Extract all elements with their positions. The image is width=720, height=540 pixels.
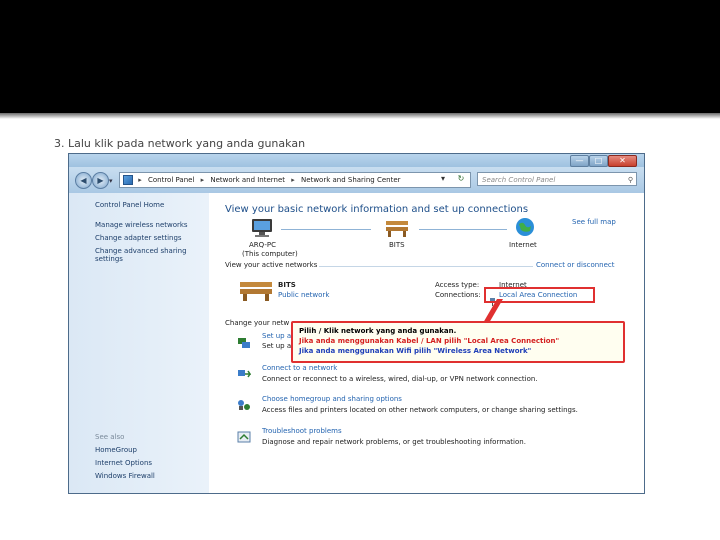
bench-network-icon bbox=[239, 279, 273, 301]
sidebar-item-internet-options[interactable]: Internet Options bbox=[95, 459, 152, 467]
task-troubleshoot-title[interactable]: Troubleshoot problems bbox=[262, 427, 342, 435]
sidebar-item-change-sharing-cont[interactable]: settings bbox=[95, 255, 123, 263]
map-internet-name: Internet bbox=[509, 241, 537, 249]
active-network-name: BITS bbox=[278, 281, 296, 289]
sidebar-item-control-panel-home[interactable]: Control Panel Home bbox=[95, 201, 164, 209]
active-networks-header: View your active networks bbox=[225, 261, 318, 269]
breadcrumb-network-internet[interactable]: Network and Internet bbox=[207, 176, 288, 184]
network-sharing-window: — □ ✕ ◀ ▶ ▾ ▸ Control Panel ▸ Network an… bbox=[68, 153, 645, 494]
breadcrumb-separator-icon: ▸ bbox=[291, 176, 295, 184]
homegroup-icon bbox=[237, 396, 251, 410]
forward-button[interactable]: ▶ bbox=[92, 172, 109, 189]
sidebar-item-manage-wireless[interactable]: Manage wireless networks bbox=[95, 221, 188, 229]
breadcrumb-separator-icon: ▸ bbox=[138, 176, 142, 184]
callout-line-1: Pilih / Klik network yang anda gunakan. bbox=[299, 327, 457, 335]
map-link-line bbox=[281, 229, 371, 230]
callout-line-2: Jika anda menggunakan Kabel / LAN pilih … bbox=[299, 337, 560, 345]
map-computer-sub: (This computer) bbox=[242, 250, 298, 258]
map-computer-name: ARQ-PC bbox=[249, 241, 276, 249]
control-panel-icon bbox=[123, 175, 133, 185]
maximize-button[interactable]: □ bbox=[589, 155, 608, 167]
section-divider bbox=[319, 266, 533, 267]
computer-icon[interactable] bbox=[249, 218, 275, 238]
callout-line-3: Jika anda menggunakan Wifi pilih "Wirele… bbox=[299, 347, 532, 355]
see-full-map-link[interactable]: See full map bbox=[572, 218, 616, 226]
callout-pointer-icon bbox=[483, 299, 503, 323]
page-title: View your basic network information and … bbox=[225, 204, 529, 215]
task-connect-desc: Connect or reconnect to a wireless, wire… bbox=[262, 375, 538, 383]
internet-globe-icon[interactable] bbox=[515, 217, 535, 237]
sidebar-item-homegroup[interactable]: HomeGroup bbox=[95, 446, 137, 454]
search-placeholder: Search Control Panel bbox=[482, 176, 556, 184]
back-button[interactable]: ◀ bbox=[75, 172, 92, 189]
network-type-link[interactable]: Public network bbox=[278, 291, 329, 299]
connect-disconnect-link[interactable]: Connect or disconnect bbox=[536, 261, 615, 269]
slide-caption: 3. Lalu klik pada network yang anda guna… bbox=[54, 137, 306, 150]
instruction-callout: Pilih / Klik network yang anda gunakan. … bbox=[291, 321, 625, 363]
sidebar-item-windows-firewall[interactable]: Windows Firewall bbox=[95, 472, 155, 480]
task-homegroup-title[interactable]: Choose homegroup and sharing options bbox=[262, 395, 402, 403]
change-settings-header: Change your netw bbox=[225, 319, 290, 327]
sidebar: Control Panel Home Manage wireless netwo… bbox=[69, 193, 209, 493]
close-button[interactable]: ✕ bbox=[608, 155, 637, 167]
task-troubleshoot-desc: Diagnose and repair network problems, or… bbox=[262, 438, 526, 446]
address-dropdown-icon[interactable]: ▾ bbox=[435, 172, 451, 186]
address-bar[interactable]: ▸ Control Panel ▸ Network and Internet ▸… bbox=[119, 172, 471, 188]
refresh-icon[interactable]: ↻ bbox=[453, 172, 469, 186]
setup-connection-icon bbox=[237, 334, 251, 348]
slide-header-shadow bbox=[0, 113, 720, 119]
task-setup-desc: Set up a bbox=[262, 342, 292, 350]
connect-network-icon bbox=[237, 365, 252, 378]
breadcrumb-control-panel[interactable]: Control Panel bbox=[145, 176, 197, 184]
bench-network-icon[interactable] bbox=[385, 219, 409, 237]
search-icon[interactable]: ⚲ bbox=[628, 173, 633, 187]
breadcrumb-separator-icon: ▸ bbox=[200, 176, 205, 184]
task-setup-title[interactable]: Set up a bbox=[262, 332, 291, 340]
sidebar-see-also-header: See also bbox=[95, 433, 125, 441]
map-link-line bbox=[419, 229, 507, 230]
window-titlebar bbox=[69, 154, 644, 167]
history-dropdown-icon[interactable]: ▾ bbox=[109, 177, 113, 185]
address-toolbar: ◀ ▶ ▾ ▸ Control Panel ▸ Network and Inte… bbox=[69, 167, 644, 193]
map-network-name: BITS bbox=[389, 241, 405, 249]
main-content: View your basic network information and … bbox=[209, 193, 644, 493]
slide-header-bar bbox=[0, 0, 720, 115]
task-connect-title[interactable]: Connect to a network bbox=[262, 364, 337, 372]
sidebar-item-change-sharing[interactable]: Change advanced sharing bbox=[95, 247, 187, 255]
breadcrumb-network-sharing-center[interactable]: Network and Sharing Center bbox=[298, 176, 404, 184]
search-input[interactable]: Search Control Panel ⚲ bbox=[477, 172, 637, 186]
connections-label: Connections: bbox=[435, 291, 481, 299]
minimize-button[interactable]: — bbox=[570, 155, 589, 167]
access-type-label: Access type: bbox=[435, 281, 480, 289]
sidebar-item-change-adapter[interactable]: Change adapter settings bbox=[95, 234, 182, 242]
task-homegroup-desc: Access files and printers located on oth… bbox=[262, 406, 578, 414]
troubleshoot-icon bbox=[237, 428, 251, 443]
